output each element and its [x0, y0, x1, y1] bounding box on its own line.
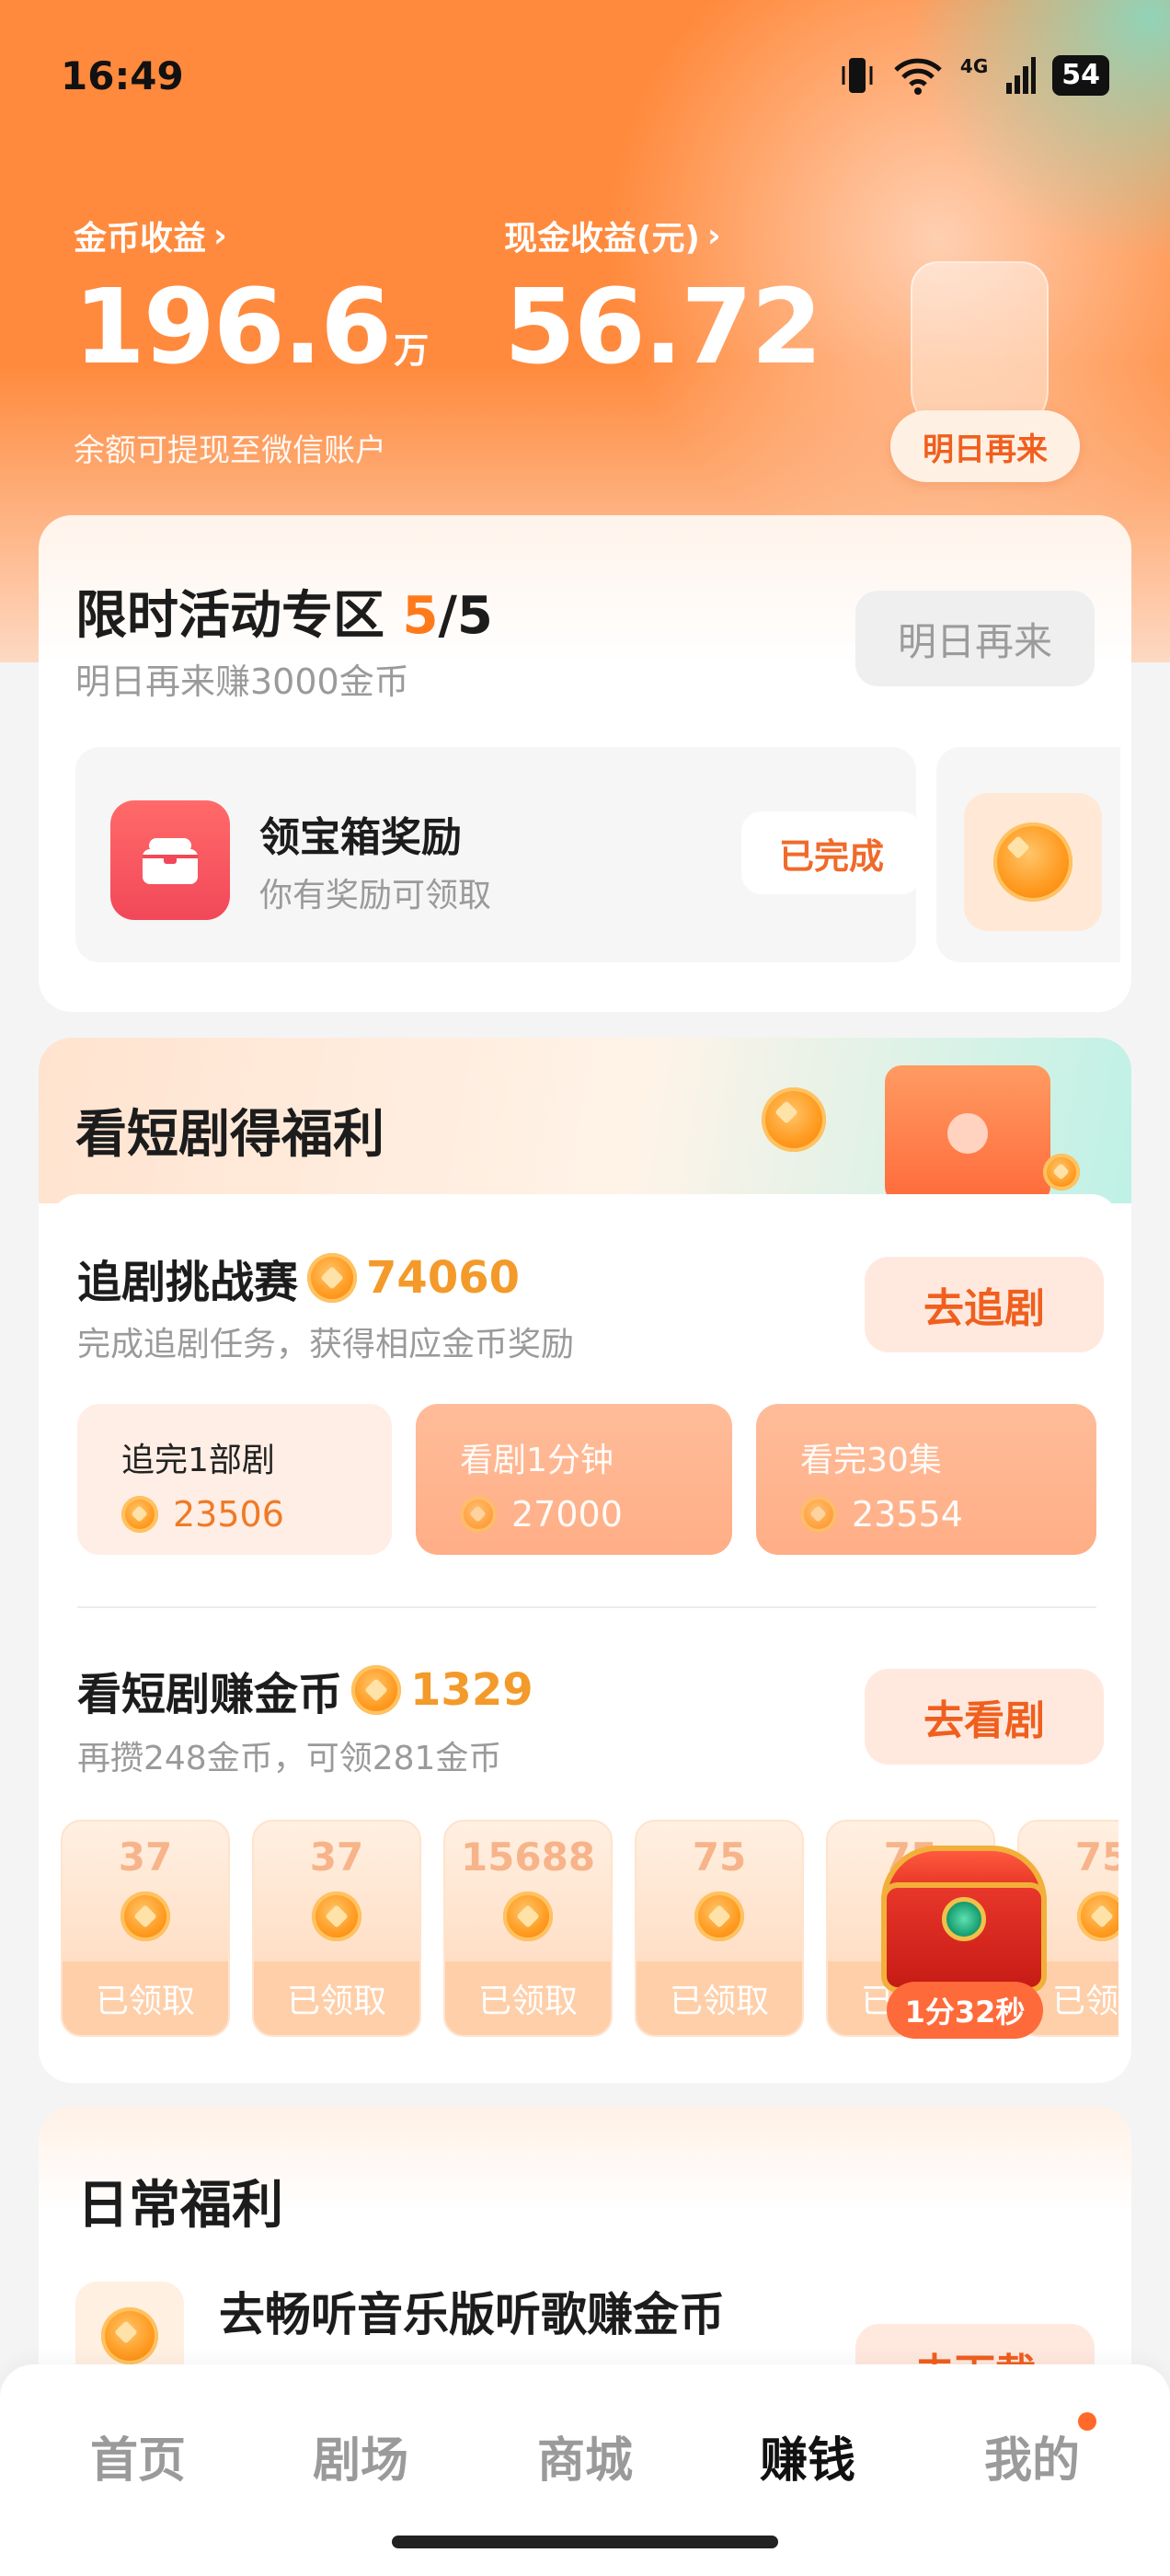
chevron-right-icon: ›	[706, 216, 721, 255]
coin-earnings-label: 金币收益 ›	[74, 216, 227, 259]
withdraw-hint: 余额可提现至微信账户	[74, 432, 386, 469]
challenge-task-1[interactable]: 追完1部剧 23506	[77, 1404, 392, 1555]
earn-desc: 再攒248金币，可领281金币	[77, 1740, 502, 1777]
coin-icon	[312, 1892, 361, 1941]
daily-title: 日常福利	[77, 2176, 283, 2236]
section-divider	[77, 1606, 1096, 1608]
bottom-tab-bar: 首页 剧场 商城 赚钱 我的	[0, 2364, 1170, 2576]
battery-icon: 54	[1052, 55, 1109, 96]
cash-earnings-value: 56.72	[504, 268, 822, 387]
status-icons: 4G 54	[839, 55, 1109, 96]
status-bar: 16:49 4G 54	[61, 48, 1109, 103]
coin-icon	[120, 1892, 170, 1941]
network-label: 4G	[959, 55, 989, 77]
coin-icon	[1077, 1892, 1118, 1941]
coin-earnings-value: 196.6 万	[74, 268, 429, 387]
coin-tile-icon	[964, 793, 1102, 931]
treasure-box-icon	[110, 800, 230, 920]
task-desc: 你有奖励可领取	[259, 877, 492, 914]
limited-subtitle: 明日再来赚3000金币	[75, 661, 409, 702]
clapperboard-icon	[885, 1065, 1050, 1203]
vibrate-icon	[842, 58, 873, 93]
reward-box[interactable]: 37 已领取	[252, 1820, 421, 2037]
signal-icon	[1006, 57, 1037, 94]
play-icon	[947, 1113, 988, 1154]
status-time: 16:49	[61, 52, 184, 98]
notification-dot	[1078, 2412, 1096, 2431]
home-indicator	[392, 2536, 778, 2548]
challenge-title: 追剧挑战赛 74060	[77, 1252, 521, 1308]
challenge-coins: 74060	[366, 1252, 521, 1304]
challenge-task-2[interactable]: 看剧1分钟 27000	[416, 1404, 732, 1555]
chest-countdown: 1分32秒	[887, 1982, 1043, 2039]
limited-activity-card: 限时活动专区 5/5 明日再来赚3000金币 明日再来 领宝箱奖励 你有奖励可领…	[39, 515, 1131, 1012]
task-completed-button[interactable]: 已完成	[741, 811, 922, 894]
coin-icon	[503, 1892, 553, 1941]
wifi-icon	[894, 58, 942, 95]
coin-earnings-unit: 万	[394, 330, 429, 371]
reward-box[interactable]: 75 已领取	[635, 1820, 804, 2037]
earn-title: 看短剧赚金币 1329	[77, 1664, 533, 1720]
chevron-right-icon: ›	[213, 216, 227, 255]
tab-mall[interactable]: 商城	[493, 2421, 677, 2490]
coin-earnings[interactable]: 金币收益 › 196.6 万	[74, 212, 429, 406]
coin-icon	[800, 1496, 837, 1533]
challenge-task-3[interactable]: 看完30集 23554	[756, 1404, 1096, 1555]
coin-icon	[101, 2307, 158, 2364]
earn-page: 16:49 4G 54 金币收益 › 196.6 万 现金收益(元) › 56.72 …	[0, 0, 1170, 2576]
reward-box[interactable]: 37 已领取	[61, 1820, 230, 2037]
reward-box[interactable]: 15688 已领取	[443, 1820, 613, 2037]
tab-profile[interactable]: 我的	[940, 2421, 1124, 2490]
jar-come-back-button[interactable]: 明日再来	[890, 410, 1080, 482]
coin-icon	[307, 1253, 358, 1303]
treasure-task[interactable]: 领宝箱奖励 你有奖励可领取 已完成	[75, 747, 922, 962]
task-title: 领宝箱奖励	[259, 814, 462, 861]
next-task-card[interactable]	[936, 747, 1120, 962]
floating-coin-icon	[1043, 1154, 1080, 1190]
drama-title: 看短剧得福利	[75, 1105, 384, 1165]
challenge-desc: 完成追剧任务，获得相应金币奖励	[77, 1326, 575, 1363]
tab-theater[interactable]: 剧场	[269, 2421, 453, 2490]
earn-coins: 1329	[410, 1664, 533, 1716]
daily-item-title: 去畅听音乐版听歌赚金币	[219, 2288, 725, 2341]
cash-earnings[interactable]: 现金收益(元) › 56.72	[504, 212, 822, 387]
floating-coin-icon	[762, 1087, 826, 1152]
limited-come-back-button[interactable]: 明日再来	[855, 591, 1095, 686]
go-watch-drama-button[interactable]: 去看剧	[865, 1669, 1104, 1765]
coin-icon	[351, 1665, 402, 1715]
coin-icon	[694, 1892, 744, 1941]
coin-icon	[993, 822, 1072, 902]
coin-icon	[460, 1496, 497, 1533]
cash-earnings-label: 现金收益(元) ›	[504, 216, 721, 259]
go-chase-drama-button[interactable]: 去追剧	[865, 1257, 1104, 1352]
tab-home[interactable]: 首页	[46, 2421, 230, 2490]
coin-icon	[121, 1496, 158, 1533]
limited-title: 限时活动专区 5/5	[75, 586, 493, 646]
tab-earn[interactable]: 赚钱	[716, 2421, 900, 2490]
